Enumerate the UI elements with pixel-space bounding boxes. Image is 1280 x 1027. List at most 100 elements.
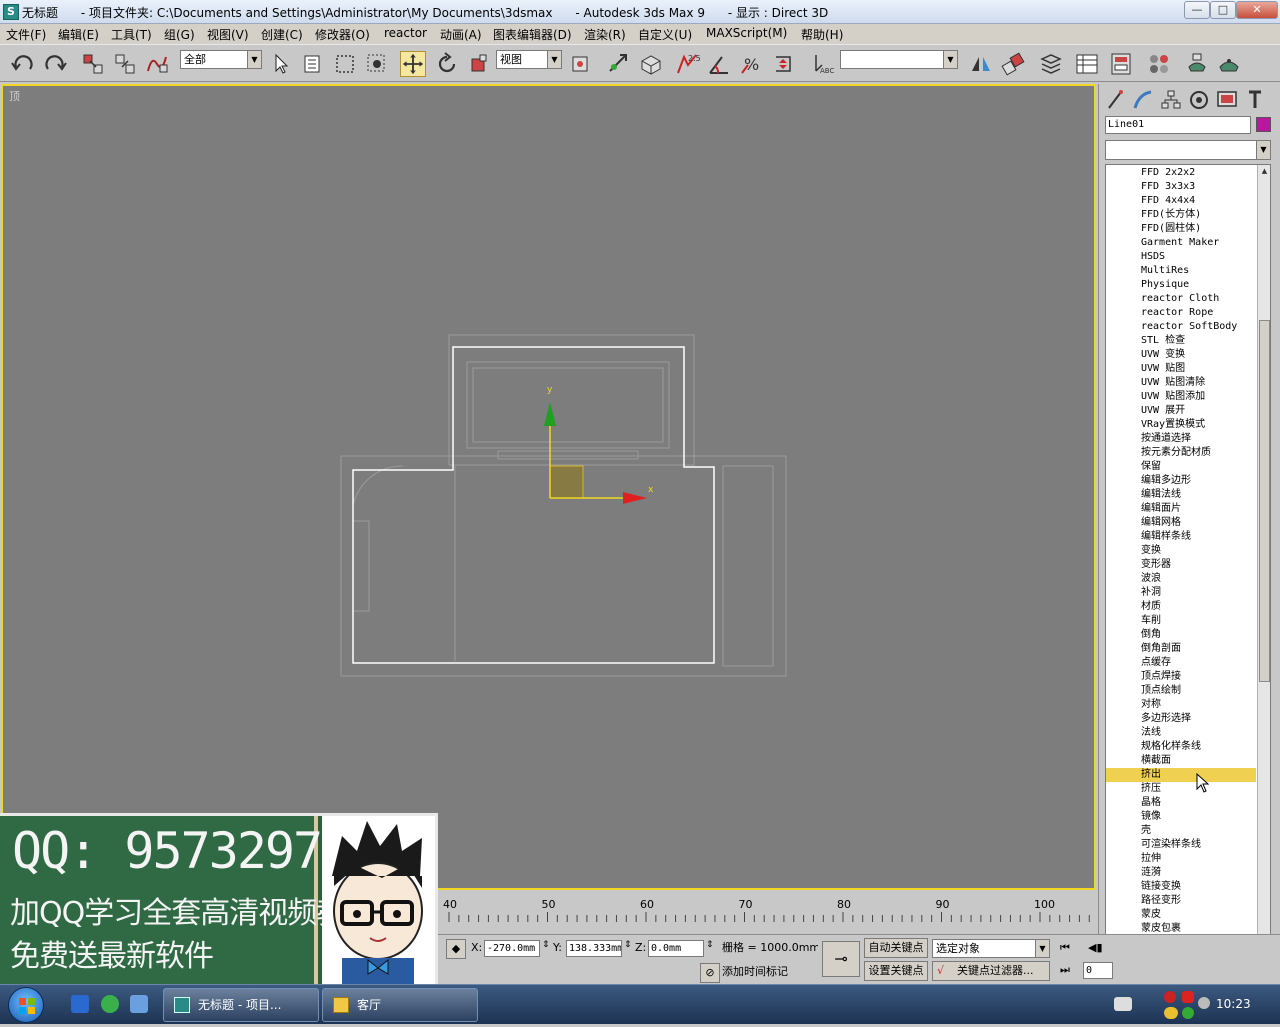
- modifier-list-item[interactable]: FFD(圆柱体): [1106, 222, 1256, 236]
- modifier-list-item[interactable]: reactor Cloth: [1106, 292, 1256, 306]
- modifier-list-item[interactable]: UVW 展开: [1106, 404, 1256, 418]
- unlink-icon[interactable]: [112, 51, 138, 77]
- undo-icon[interactable]: [10, 51, 36, 77]
- object-color-swatch[interactable]: [1256, 117, 1271, 132]
- show-desktop-icon[interactable]: [130, 995, 148, 1013]
- modifier-list-item[interactable]: 壳: [1106, 824, 1256, 838]
- add-time-tag[interactable]: 添加时间标记: [720, 964, 818, 981]
- y-spinner-icon[interactable]: ⇕: [624, 940, 632, 950]
- modifier-list-item[interactable]: FFD 4x4x4: [1106, 194, 1256, 208]
- lock-icon[interactable]: ⊘: [700, 963, 720, 983]
- modifier-list-item[interactable]: 点缓存: [1106, 656, 1256, 670]
- timeline-ruler[interactable]: 40 50 60 70 80 90 100: [438, 890, 1096, 934]
- material-editor-icon[interactable]: [1146, 51, 1172, 77]
- utilities-tab-icon[interactable]: [1243, 88, 1267, 112]
- select-object-icon[interactable]: [268, 51, 294, 77]
- gizmo-x-arrow[interactable]: [623, 492, 647, 504]
- mirror-icon[interactable]: [968, 51, 994, 77]
- qq-tray-icon[interactable]: [1164, 1007, 1178, 1019]
- modifier-list-scrollbar[interactable]: ▲ ▼: [1257, 165, 1270, 973]
- render-scene-icon[interactable]: [1184, 51, 1210, 77]
- modifier-list-item[interactable]: 横截面: [1106, 754, 1256, 768]
- select-and-move-icon[interactable]: [400, 51, 426, 77]
- key-mode-dropdown[interactable]: 选定对象 ▼: [932, 939, 1050, 958]
- x-coordinate-field[interactable]: -270.0mm: [484, 940, 540, 957]
- modifier-list-item[interactable]: 多边形选择: [1106, 712, 1256, 726]
- keyboard-shortcut-override-icon[interactable]: [638, 51, 664, 77]
- modifier-list-item[interactable]: 保留: [1106, 460, 1256, 474]
- modifier-list-item[interactable]: 变换: [1106, 544, 1256, 558]
- key-mode-toggle-icon[interactable]: ⏭: [1060, 963, 1070, 977]
- modifier-list-dropdown[interactable]: ▼: [1105, 140, 1271, 160]
- object-name-field[interactable]: Line01: [1105, 116, 1251, 134]
- modifier-list-item[interactable]: FFD 2x2x2: [1106, 166, 1256, 180]
- modifier-list-item[interactable]: Physique: [1106, 278, 1256, 292]
- select-and-scale-icon[interactable]: [466, 51, 492, 77]
- display-tab-icon[interactable]: [1215, 88, 1239, 112]
- modifier-list-item[interactable]: 倒角剖面: [1106, 642, 1256, 656]
- hierarchy-tab-icon[interactable]: [1159, 88, 1183, 112]
- menu-help[interactable]: 帮助(H): [801, 26, 843, 43]
- pdf-tray-icon[interactable]: [1182, 991, 1194, 1003]
- scroll-up-icon[interactable]: ▲: [1258, 165, 1270, 177]
- menu-tools[interactable]: 工具(T): [111, 26, 152, 43]
- modifier-list-item[interactable]: 镜像: [1106, 810, 1256, 824]
- menu-maxscript[interactable]: MAXScript(M): [706, 26, 787, 40]
- percent-snap-icon[interactable]: %: [738, 51, 764, 77]
- modifier-list-item[interactable]: 变形器: [1106, 558, 1256, 572]
- menu-file[interactable]: 文件(F): [6, 26, 46, 43]
- reference-coordinate-dropdown[interactable]: 视图 ▼: [496, 50, 562, 69]
- z-coordinate-field[interactable]: 0.0mm: [648, 940, 704, 957]
- modifier-list-item[interactable]: HSDS: [1106, 250, 1256, 264]
- set-key-icon[interactable]: ⊸: [822, 941, 860, 977]
- bind-space-warp-icon[interactable]: [144, 51, 170, 77]
- select-and-rotate-icon[interactable]: [434, 51, 460, 77]
- menu-edit[interactable]: 编辑(E): [58, 26, 99, 43]
- align-icon[interactable]: [1000, 51, 1026, 77]
- angle-snap-icon[interactable]: [706, 51, 732, 77]
- maximize-button[interactable]: □: [1210, 1, 1236, 19]
- x-spinner-icon[interactable]: ⇕: [542, 940, 550, 950]
- schematic-view-icon[interactable]: [1108, 51, 1134, 77]
- go-to-start-icon[interactable]: ⏮: [1060, 941, 1070, 955]
- modifier-list-item[interactable]: VRay置换模式: [1106, 418, 1256, 432]
- modifier-list-item[interactable]: 顶点焊接: [1106, 670, 1256, 684]
- menu-create[interactable]: 创建(C): [261, 26, 303, 43]
- timeline[interactable]: 40 50 60 70 80 90 100: [438, 890, 1096, 934]
- modifier-list-item[interactable]: FFD(长方体): [1106, 208, 1256, 222]
- menu-animation[interactable]: 动画(A): [440, 26, 482, 43]
- modifier-list-item[interactable]: UVW 贴图清除: [1106, 376, 1256, 390]
- named-selection-dropdown[interactable]: ▼: [840, 50, 958, 69]
- modifier-list-item[interactable]: 车削: [1106, 614, 1256, 628]
- taskbar-item-3dsmax[interactable]: 无标题 - 项目...: [163, 988, 319, 1022]
- modifier-list-item[interactable]: 倒角: [1106, 628, 1256, 642]
- layer-manager-icon[interactable]: [1038, 51, 1064, 77]
- 3ds-max-icon[interactable]: S: [3, 4, 19, 20]
- manipulate-icon[interactable]: [606, 51, 632, 77]
- modifier-list-item[interactable]: 挤压: [1106, 782, 1256, 796]
- create-tab-icon[interactable]: [1103, 88, 1127, 112]
- key-filters-button[interactable]: √ 关键点过滤器...: [932, 961, 1050, 981]
- taskbar-item-folder[interactable]: 客厅: [322, 988, 478, 1022]
- modifier-list[interactable]: FFD 2x2x2 FFD 3x3x3 FFD 4x4x4 FFD(长方体) FFD(圆…: [1105, 164, 1271, 974]
- select-by-name-icon[interactable]: [300, 51, 326, 77]
- select-and-link-icon[interactable]: [80, 51, 106, 77]
- modifier-list-item[interactable]: 晶格: [1106, 796, 1256, 810]
- modifier-list-item[interactable]: 链接变换: [1106, 880, 1256, 894]
- menu-rendering[interactable]: 渲染(R): [584, 26, 626, 43]
- modifier-list-item[interactable]: UVW 贴图: [1106, 362, 1256, 376]
- close-button[interactable]: ✕: [1236, 1, 1278, 19]
- menu-group[interactable]: 组(G): [164, 26, 195, 43]
- modifier-list-item[interactable]: 编辑法线: [1106, 488, 1256, 502]
- rectangular-selection-icon[interactable]: [332, 51, 358, 77]
- volume-icon[interactable]: [1198, 997, 1210, 1009]
- quick-render-icon[interactable]: [1216, 51, 1242, 77]
- menu-reactor[interactable]: reactor: [384, 26, 427, 40]
- modifier-list-item[interactable]: 涟漪: [1106, 866, 1256, 880]
- set-key-button[interactable]: 设置关键点: [864, 961, 928, 981]
- modifier-list-item[interactable]: STL 检查: [1106, 334, 1256, 348]
- network-icon[interactable]: [1182, 1007, 1194, 1019]
- modifier-list-item[interactable]: 挤出: [1106, 768, 1256, 782]
- modifier-list-item[interactable]: FFD 3x3x3: [1106, 180, 1256, 194]
- modifier-list-item[interactable]: UVW 贴图添加: [1106, 390, 1256, 404]
